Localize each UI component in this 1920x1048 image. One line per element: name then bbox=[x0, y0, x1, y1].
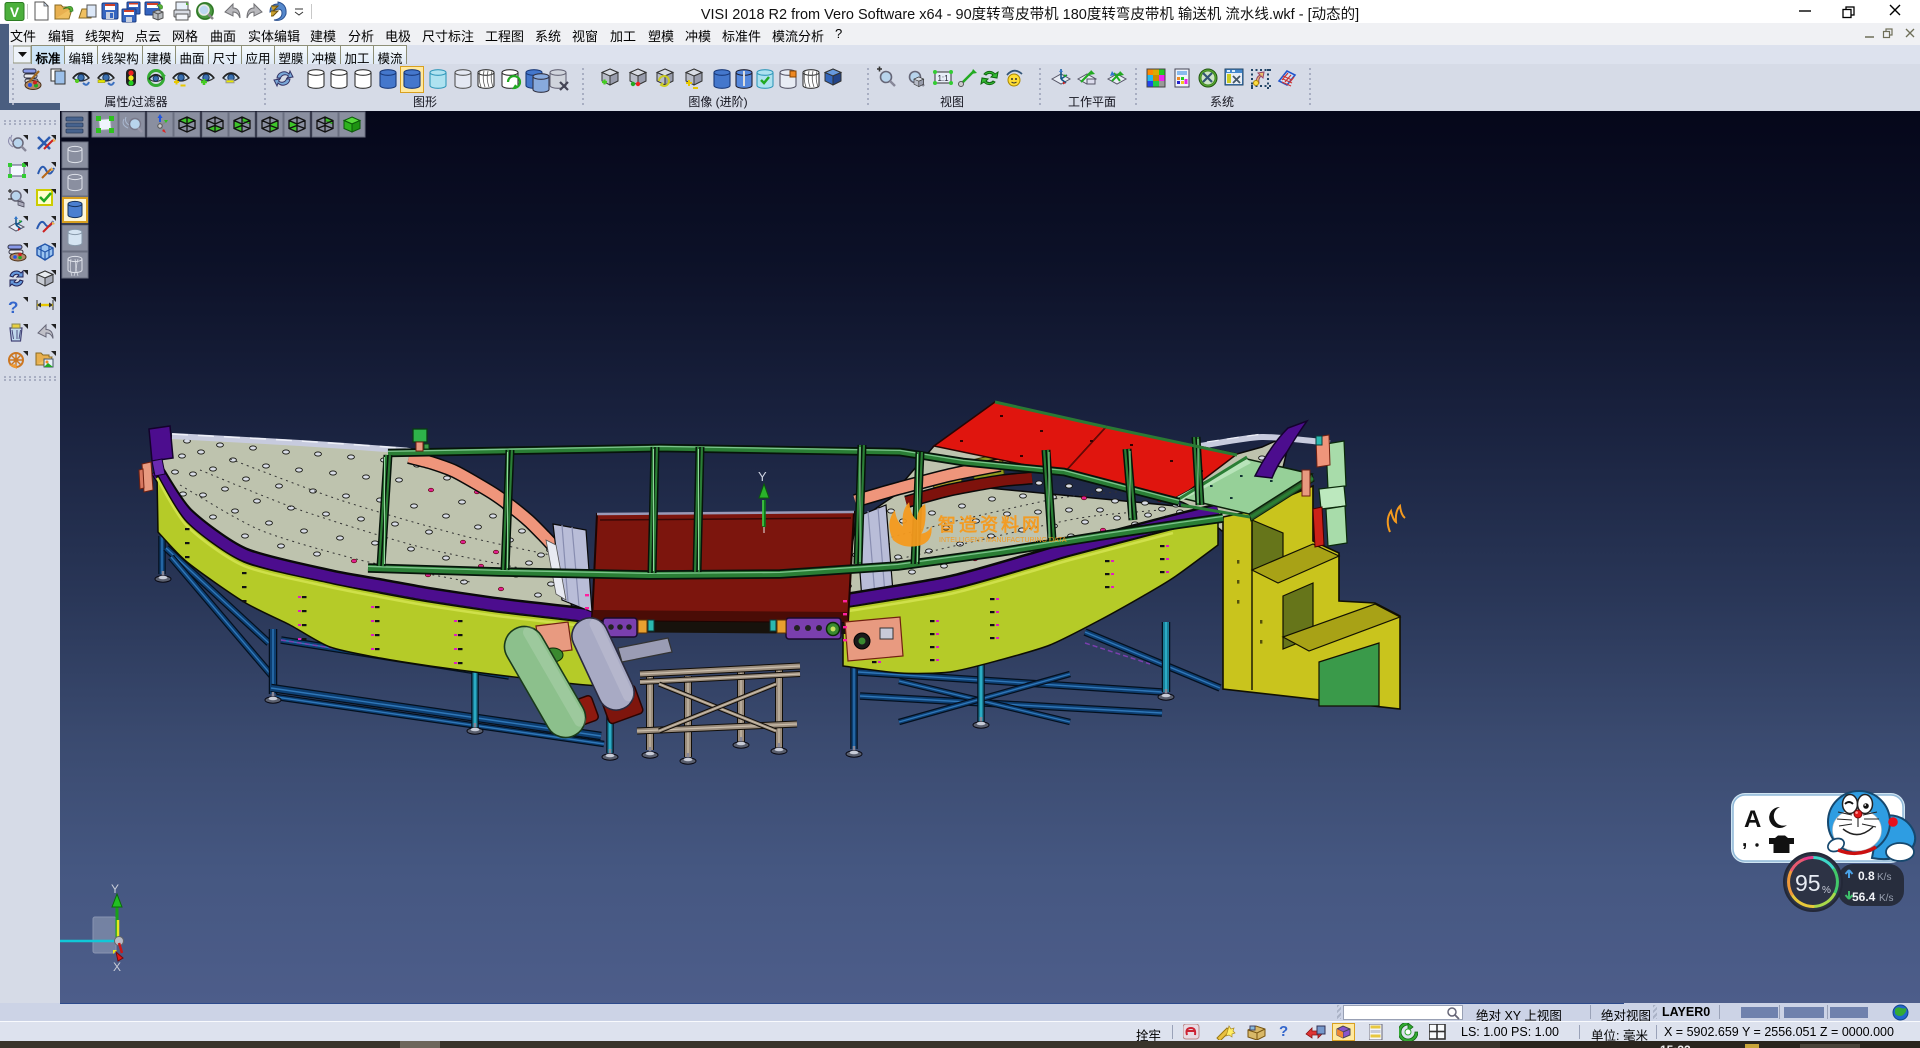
svg-text:属性/过滤器: 属性/过滤器 bbox=[104, 95, 167, 109]
svg-text:K/s: K/s bbox=[1877, 872, 1891, 883]
svg-text:Y: Y bbox=[111, 882, 119, 896]
svg-text:X: X bbox=[113, 960, 121, 974]
svg-text:Y: Y bbox=[758, 469, 767, 484]
svg-text:系统: 系统 bbox=[1210, 95, 1234, 109]
svg-text:工作平面: 工作平面 bbox=[1068, 95, 1116, 109]
svg-text:智造资料网: 智造资料网 bbox=[938, 514, 1043, 535]
svg-text:INTELLIGENT MANUFACTURING DATA: INTELLIGENT MANUFACTURING DATA bbox=[939, 537, 1067, 544]
svg-text:K/s: K/s bbox=[1879, 893, 1893, 904]
svg-text:V: V bbox=[10, 4, 20, 20]
svg-text:0.8: 0.8 bbox=[1858, 869, 1875, 883]
svg-text:%: % bbox=[1822, 885, 1831, 896]
svg-text:1:1: 1:1 bbox=[937, 74, 949, 83]
svg-text:A: A bbox=[1744, 806, 1761, 833]
svg-text:图形: 图形 bbox=[413, 95, 437, 109]
svg-text:95: 95 bbox=[1795, 870, 1821, 896]
svg-text:?: ? bbox=[8, 298, 18, 317]
svg-text:视图: 视图 bbox=[940, 94, 964, 109]
svg-text:图像 (进阶): 图像 (进阶) bbox=[688, 95, 747, 109]
svg-text:,: , bbox=[1742, 830, 1747, 851]
svg-text:56.4: 56.4 bbox=[1852, 890, 1876, 904]
